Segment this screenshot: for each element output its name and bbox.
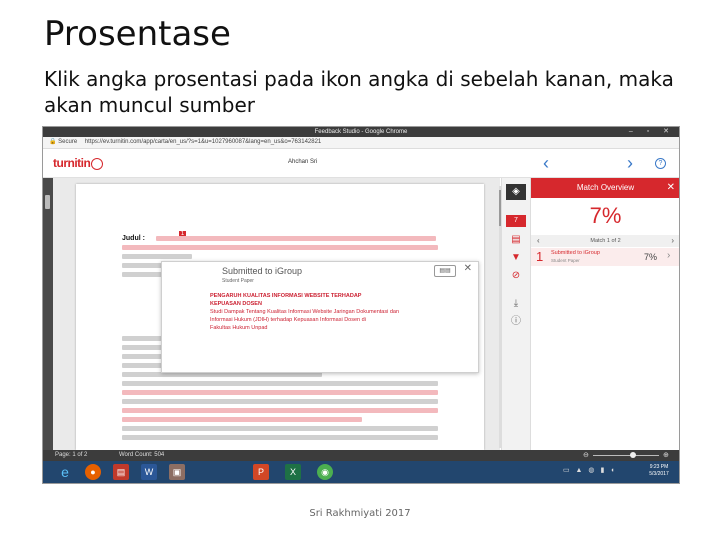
app-topbar: turnitin Ahchan Sri ‹ › ? bbox=[43, 149, 679, 178]
match-position: Match 1 of 2 bbox=[590, 238, 621, 244]
match-number: 1 bbox=[536, 249, 544, 264]
popup-line: Studi Dampak Tentang Kualitas Informasi … bbox=[210, 309, 400, 315]
excel-icon[interactable]: X bbox=[285, 464, 301, 480]
popup-line: KEPUASAN DOSEN bbox=[210, 301, 262, 307]
popup-line: PENGARUH KUALITAS INFORMASI WEBSITE TERH… bbox=[210, 293, 362, 299]
panel-close-button[interactable]: ✕ bbox=[667, 178, 675, 198]
match-row[interactable]: 1 Submitted to iGroup Student Paper 7% › bbox=[531, 248, 679, 266]
page-indicator: Page: 1 of 2 bbox=[55, 452, 88, 458]
window-controls[interactable]: – ▫ ✕ bbox=[629, 127, 675, 137]
doc-line bbox=[156, 236, 436, 241]
next-match-button[interactable]: › bbox=[671, 235, 674, 247]
info-icon[interactable]: ⓘ bbox=[506, 314, 526, 330]
match-overview-panel: Match Overview ✕ 7% ‹ Match 1 of 2 › 1 S… bbox=[530, 178, 679, 450]
photos-icon[interactable]: ▣ bbox=[169, 464, 185, 480]
chrome-icon[interactable]: ◉ bbox=[317, 464, 333, 480]
zoom-slider-knob[interactable] bbox=[629, 452, 636, 458]
doc-line bbox=[122, 399, 438, 404]
logo-ring-icon bbox=[91, 157, 104, 170]
match-navigator: ‹ Match 1 of 2 › bbox=[531, 235, 679, 247]
document-author: Ahchan Sri bbox=[288, 159, 318, 165]
pdf-icon[interactable]: ▤ bbox=[113, 464, 129, 480]
popup-close-button[interactable]: ✕ bbox=[464, 263, 472, 274]
prev-match-button[interactable]: ‹ bbox=[537, 235, 540, 247]
windows-taskbar: e ● ▤ W ▣ P X ◉ ▭ ▲ ◍ ▮ ◖ 9:23 PM 5/3/20… bbox=[43, 461, 679, 483]
doc-line bbox=[122, 408, 438, 413]
word-icon[interactable]: W bbox=[141, 464, 157, 480]
zoom-out-icon[interactable]: ⊖ bbox=[583, 450, 589, 461]
doc-line bbox=[122, 254, 192, 259]
popup-title: Submitted to iGroup bbox=[222, 266, 303, 276]
window-titlebar: Feedback Studio - Google Chrome – ▫ ✕ bbox=[43, 127, 679, 137]
popup-line: Informasi Hukum (JDIH) terhadap Kepuasan… bbox=[210, 317, 366, 323]
filter-icon[interactable]: ▤ bbox=[506, 232, 526, 248]
internet-explorer-icon[interactable]: e bbox=[57, 464, 73, 480]
source-popup: Submitted to iGroup Student Paper ▤▤ ✕ P… bbox=[161, 261, 479, 373]
doc-line bbox=[122, 390, 438, 395]
zoom-in-icon[interactable]: ⊕ bbox=[663, 450, 669, 461]
doc-line bbox=[122, 435, 438, 440]
chevron-right-icon[interactable]: › bbox=[667, 250, 670, 261]
full-source-button[interactable]: ▤▤ bbox=[434, 265, 456, 277]
next-paper-button[interactable]: › bbox=[627, 153, 633, 174]
turnitin-logo[interactable]: turnitin bbox=[53, 156, 104, 170]
download-icon[interactable]: ⤓ bbox=[506, 296, 526, 312]
popup-subtitle: Student Paper bbox=[222, 278, 254, 284]
drawer-handle[interactable] bbox=[45, 195, 50, 209]
left-rail bbox=[43, 178, 53, 450]
slide-title: Prosentase bbox=[44, 14, 231, 54]
prev-paper-button[interactable]: ‹ bbox=[543, 153, 549, 174]
similarity-percent-button[interactable]: 7 bbox=[506, 215, 526, 227]
overall-similarity: 7% bbox=[589, 203, 622, 228]
doc-line bbox=[122, 245, 438, 250]
funnel-icon[interactable]: ▼ bbox=[506, 250, 526, 266]
clock[interactable]: 9:23 PM 5/3/2017 bbox=[643, 464, 675, 478]
slide-subtitle: Klik angka prosentasi pada ikon angka di… bbox=[44, 67, 674, 117]
popup-body: PENGARUH KUALITAS INFORMASI WEBSITE TERH… bbox=[210, 292, 465, 370]
system-tray[interactable]: ▭ ▲ ◍ ▮ ◖ bbox=[563, 466, 617, 474]
logo-text: turnitin bbox=[53, 156, 91, 170]
screenshot: Feedback Studio - Google Chrome – ▫ ✕ 🔒 … bbox=[42, 126, 680, 484]
layers-icon[interactable]: ◈ bbox=[506, 184, 526, 200]
doc-line bbox=[122, 426, 438, 431]
url-text: https://ev.turnitin.com/app/carta/en_us/… bbox=[84, 139, 322, 145]
document-heading: Judul : bbox=[122, 235, 145, 242]
doc-line bbox=[122, 417, 362, 422]
powerpoint-icon[interactable]: P bbox=[253, 464, 269, 480]
lock-icon: 🔒 bbox=[49, 139, 57, 145]
doc-line bbox=[122, 381, 438, 386]
match-overview-title: Match Overview bbox=[576, 183, 635, 192]
no-icon[interactable]: ⊘ bbox=[506, 268, 526, 284]
match-source: Submitted to iGroup bbox=[551, 250, 600, 256]
match-percent: 7% bbox=[644, 252, 658, 262]
slide-footer: Sri Rakhmiyati 2017 bbox=[309, 508, 411, 519]
match-overview-header: Match Overview ✕ bbox=[531, 178, 679, 198]
firefox-icon[interactable]: ● bbox=[85, 464, 101, 480]
clock-time: 9:23 PM bbox=[649, 464, 669, 470]
right-toolbar: ◈ 7 ▤ ▼ ⊘ ⤓ ⓘ bbox=[501, 178, 530, 450]
help-icon[interactable]: ? bbox=[655, 158, 666, 169]
clock-date: 5/3/2017 bbox=[649, 471, 669, 477]
word-count: Word Count: 504 bbox=[119, 452, 165, 458]
window-title: Feedback Studio - Google Chrome bbox=[314, 129, 408, 135]
zoom-slider-track[interactable] bbox=[593, 455, 659, 456]
popup-line: Fakultas Hukum Unpad bbox=[210, 325, 268, 331]
status-bar: Page: 1 of 2 Word Count: 504 ⊖ ⊕ bbox=[43, 450, 679, 461]
zoom-control: ⊖ ⊕ bbox=[583, 450, 669, 461]
address-bar[interactable]: 🔒 Secure https://ev.turnitin.com/app/car… bbox=[43, 137, 679, 149]
secure-label: Secure bbox=[58, 139, 78, 145]
match-type: Student Paper bbox=[551, 258, 580, 263]
